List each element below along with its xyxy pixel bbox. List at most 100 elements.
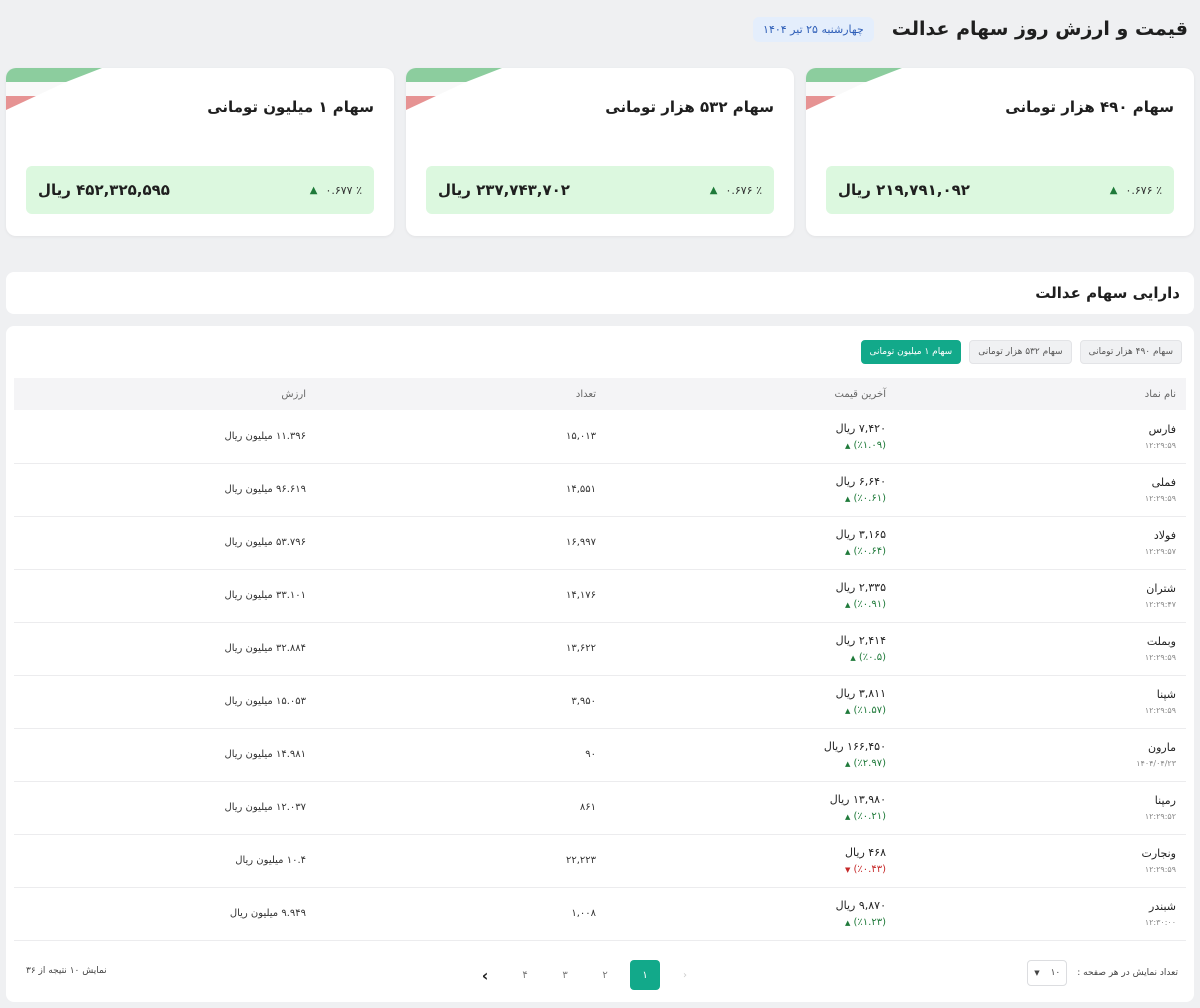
triangle-up-icon: ▲ [844, 707, 851, 715]
table-row: فارس ۱۲:۲۹:۵۹ ۷,۴۲۰ ریال (٪۱.۰۹) ▲ ۱۵,۰۱۳ ۱۱.… [14, 410, 1186, 463]
value-cell: ۵۳.۷۹۶ میلیون ریال [224, 537, 306, 548]
symbol-cell: وبملت ۱۲:۲۹:۵۹ [896, 622, 1186, 675]
symbol-name[interactable]: وبملت [906, 635, 1176, 648]
symbol-time: ۱۲:۲۹:۵۹ [1144, 494, 1176, 503]
table-footer: تعداد نمایش در هر صفحه : ۱۰ ▼ ‹ ۴ ۳ ۲ ۱ … [6, 944, 1194, 1002]
value-cell: ۹.۹۴۹ میلیون ریال [229, 908, 306, 919]
card-change: ٪ ۰.۶۷۷ ▲ [310, 184, 362, 197]
value-cell: ۱۴.۹۸۱ میلیون ریال [224, 749, 306, 760]
last-price: ۲,۳۳۵ ریال [835, 581, 886, 594]
card-change-percent: ٪ ۰.۶۷۷ [325, 183, 362, 197]
page-header: قیمت و ارزش روز سهام عدالت چهارشنبه ۲۵ ت… [12, 14, 1188, 44]
triangle-up-icon: ▲ [844, 495, 851, 503]
symbol-name[interactable]: مارون [906, 741, 1176, 754]
iran-flag-icon [406, 68, 502, 110]
card-value-box: ٪ ۰.۶۷۶ ▲ ۲۱۹,۷۹۱,۰۹۲ ریال [826, 166, 1174, 214]
price-change-percent: (٪۰.۲۱) [853, 811, 886, 822]
last-price: ۴۶۸ ریال [845, 846, 886, 859]
table-row: مارون ۱۴۰۴/۰۴/۲۳ ۱۶۶,۴۵۰ ریال (٪۲.۹۷) ▲ ۹۰ ۱۴… [14, 728, 1186, 781]
header-count: تعداد [575, 388, 596, 400]
card-change-percent: ٪ ۰.۶۷۶ [1125, 183, 1162, 197]
card-value-box: ٪ ۰.۶۷۶ ▲ ۲۳۷,۷۴۳,۷۰۲ ریال [426, 166, 774, 214]
tab-1m[interactable]: سهام ۱ میلیون تومانی [860, 340, 962, 364]
symbol-name[interactable]: شتران [906, 582, 1176, 595]
symbol-cell: فارس ۱۲:۲۹:۵۹ [896, 410, 1186, 463]
value-cell: ۱۵.۰۵۳ میلیون ریال [224, 696, 306, 707]
page-1-button[interactable]: ۱ [630, 960, 660, 990]
triangle-up-icon: ▲ [844, 760, 851, 768]
symbol-time: ۱۲:۲۹:۵۹ [1144, 865, 1176, 874]
symbol-name[interactable]: شپنا [906, 688, 1176, 701]
symbol-name[interactable]: فملی [906, 476, 1176, 489]
card-change: ٪ ۰.۶۷۶ ▲ [710, 184, 762, 197]
symbol-name[interactable]: فولاد [906, 529, 1176, 542]
prev-page-icon[interactable]: › [670, 960, 700, 990]
symbol-name[interactable]: فارس [906, 423, 1176, 436]
holdings-table: نام نماد آخرین قیمت تعداد ارزش فارس ۱۲:۲۹… [14, 378, 1186, 941]
symbol-time: ۱۲:۲۹:۵۹ [1144, 706, 1176, 715]
page-2-button[interactable]: ۲ [590, 960, 620, 990]
per-page-value: ۱۰ [1050, 968, 1061, 978]
triangle-up-icon: ▲ [309, 184, 318, 196]
card-title: سهام ۱ میلیون تومانی [207, 98, 374, 116]
header-price: آخرین قیمت [834, 388, 886, 400]
summary-cards: سهام ۴۹۰ هزار تومانی ٪ ۰.۶۷۶ ▲ ۲۱۹,۷۹۱,۰… [6, 68, 1194, 236]
symbol-cell: شبندر ۱۲:۳۰:۰۰ [896, 887, 1186, 940]
triangle-up-icon: ▲ [844, 548, 851, 556]
triangle-down-icon: ▼ [844, 866, 851, 874]
last-price: ۱۳,۹۸۰ ریال [829, 793, 886, 806]
table-row: شتران ۱۲:۲۹:۴۷ ۲,۳۳۵ ریال (٪۰.۹۱) ▲ ۱۴,۱۷۶ ۳۳… [14, 569, 1186, 622]
count-cell: ۸۶۱ [579, 802, 596, 813]
price-change-percent: (٪۰.۶۴) [853, 546, 886, 557]
symbol-cell: فولاد ۱۲:۲۹:۵۷ [896, 516, 1186, 569]
price-change-percent: (٪۰.۴۳) [853, 864, 886, 875]
price-change: (٪۰.۶۴) ▲ [616, 546, 886, 557]
per-page-select[interactable]: ۱۰ ▼ [1027, 960, 1068, 986]
card-amount: ۴۵۲,۳۲۵,۵۹۵ ریال [38, 181, 170, 199]
count-cell: ۲۲,۲۲۳ [565, 855, 596, 866]
triangle-up-icon: ▲ [844, 813, 851, 821]
price-change: (٪۰.۵) ▲ [616, 652, 886, 663]
triangle-up-icon: ▲ [844, 919, 851, 927]
card-title: سهام ۵۳۲ هزار تومانی [605, 98, 774, 116]
price-change: (٪۰.۹۱) ▲ [616, 599, 886, 610]
price-cell: ۱۶۶,۴۵۰ ریال (٪۲.۹۷) ▲ [606, 728, 896, 781]
card-amount: ۲۱۹,۷۹۱,۰۹۲ ریال [838, 181, 970, 199]
page-3-button[interactable]: ۳ [550, 960, 580, 990]
next-page-icon[interactable]: ‹ [470, 960, 500, 990]
card-change: ٪ ۰.۶۷۶ ▲ [1110, 184, 1162, 197]
price-change: (٪۰.۶۱) ▲ [616, 493, 886, 504]
price-change-percent: (٪۱.۲۳) [853, 917, 886, 928]
summary-card-1m: سهام ۱ میلیون تومانی ٪ ۰.۶۷۷ ▲ ۴۵۲,۳۲۵,۵… [6, 68, 394, 236]
card-title: سهام ۴۹۰ هزار تومانی [1005, 98, 1174, 116]
card-value-box: ٪ ۰.۶۷۷ ▲ ۴۵۲,۳۲۵,۵۹۵ ریال [26, 166, 374, 214]
symbol-name[interactable]: رمپنا [906, 794, 1176, 807]
header-name: نام نماد [1144, 388, 1176, 400]
card-change-percent: ٪ ۰.۶۷۶ [725, 183, 762, 197]
triangle-up-icon: ▲ [844, 441, 851, 450]
tab-490[interactable]: سهام ۴۹۰ هزار تومانی [1079, 340, 1182, 364]
price-change-percent: (٪۰.۵) [858, 652, 886, 663]
holdings-panel: سهام ۴۹۰ هزار تومانی سهام ۵۳۲ هزار تومان… [6, 326, 1194, 1002]
symbol-cell: رمپنا ۱۲:۲۹:۵۲ [896, 781, 1186, 834]
symbol-cell: فملی ۱۲:۲۹:۵۹ [896, 463, 1186, 516]
price-cell: ۳,۱۶۵ ریال (٪۰.۶۴) ▲ [606, 516, 896, 569]
last-price: ۳,۸۱۱ ریال [835, 687, 886, 700]
tab-532[interactable]: سهام ۵۳۲ هزار تومانی [969, 340, 1072, 364]
count-cell: ۳,۹۵۰ [571, 696, 596, 707]
triangle-up-icon: ▲ [844, 601, 851, 609]
symbol-name[interactable]: ونجارت [906, 847, 1177, 860]
page-4-button[interactable]: ۴ [510, 960, 540, 990]
triangle-up-icon: ▲ [1109, 184, 1118, 196]
price-cell: ۳,۸۱۱ ریال (٪۱.۵۷) ▲ [606, 675, 896, 728]
summary-card-532: سهام ۵۳۲ هزار تومانی ٪ ۰.۶۷۶ ▲ ۲۳۷,۷۴۳,۷… [406, 68, 794, 236]
symbol-cell: ونجارت ۱۲:۲۹:۵۹ [896, 834, 1186, 887]
price-cell: ۹,۸۷۰ ریال (٪۱.۲۳) ▲ [606, 887, 896, 940]
price-change-percent: (٪۱.۰۹) [853, 439, 886, 451]
price-change-percent: (٪۰.۶۱) [853, 493, 886, 504]
price-change: (٪۰.۲۱) ▲ [616, 811, 886, 822]
symbol-name[interactable]: شبندر [906, 900, 1176, 913]
value-cell: ۳۲.۸۸۴ میلیون ریال [224, 643, 306, 654]
card-amount: ۲۳۷,۷۴۳,۷۰۲ ریال [438, 181, 570, 199]
symbol-time: ۱۲:۲۹:۵۹ [1144, 653, 1176, 662]
